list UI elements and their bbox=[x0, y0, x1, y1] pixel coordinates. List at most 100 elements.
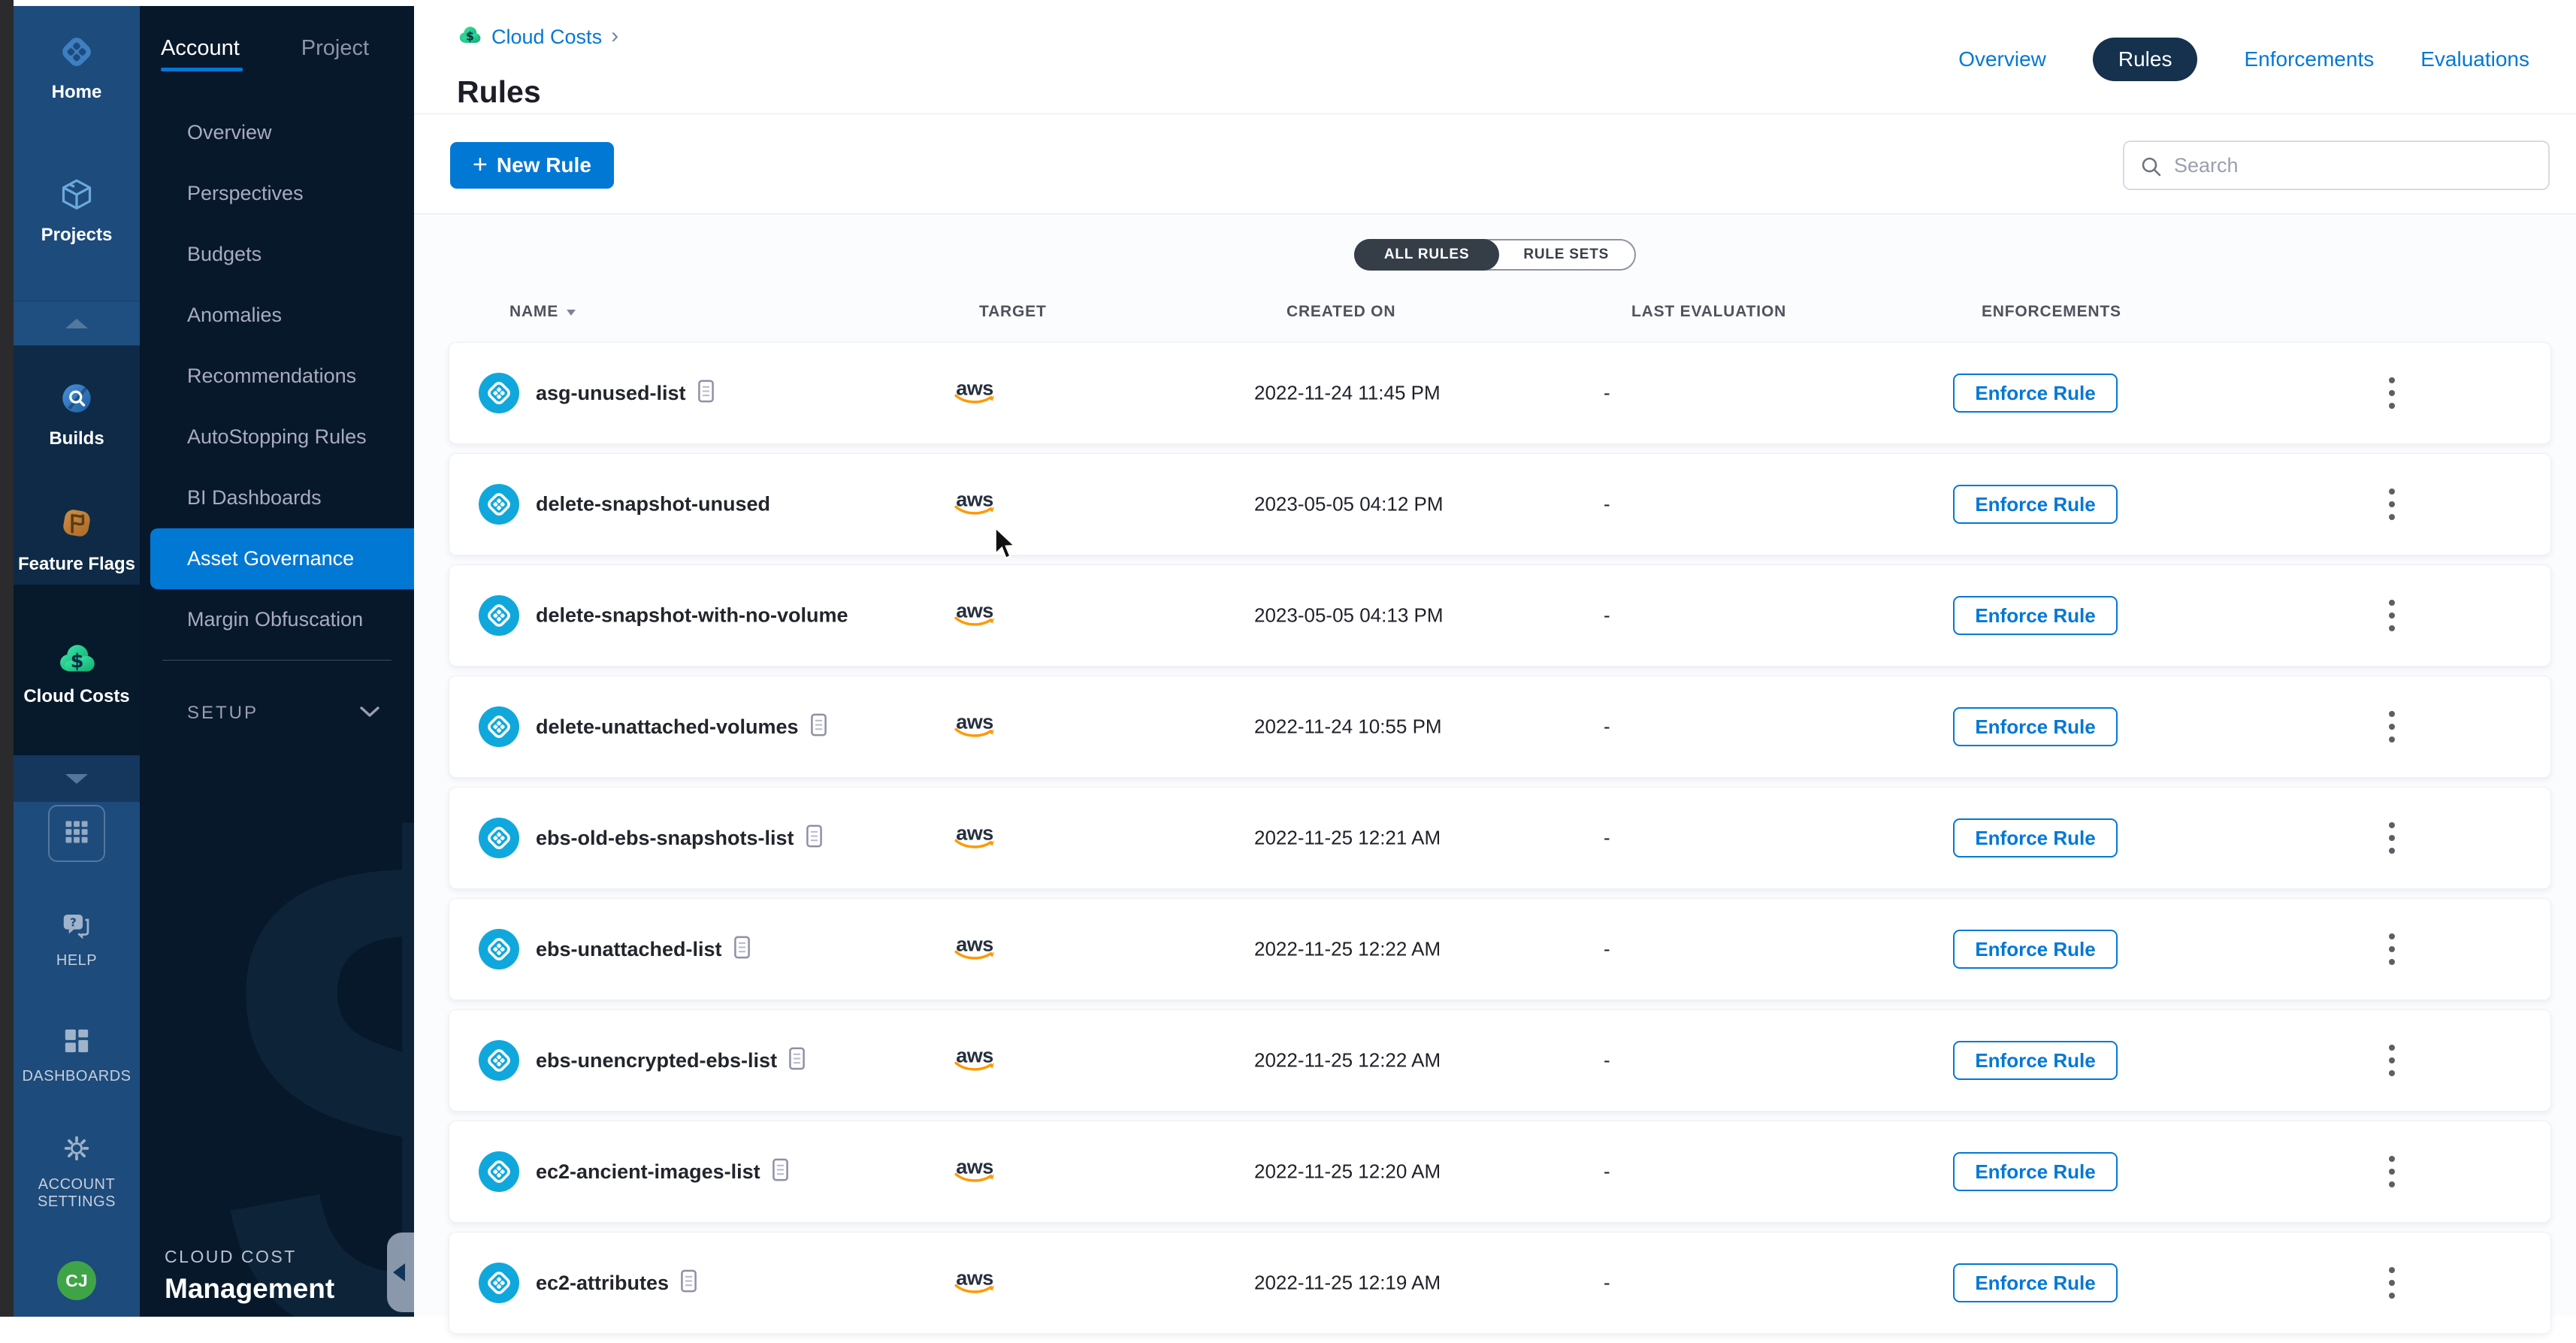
last-evaluation-value: - bbox=[1604, 938, 1610, 961]
copy-icon[interactable] bbox=[788, 1046, 806, 1075]
rail-item-feature-flags[interactable]: Feature Flags bbox=[14, 504, 140, 575]
table-row[interactable]: ec2-attributes aws 2022-11-25 12:19 AM -… bbox=[449, 1232, 2551, 1334]
help-chat-icon: ? bbox=[59, 911, 94, 945]
enforce-rule-button[interactable]: Enforce Rule bbox=[1953, 374, 2118, 413]
rule-name[interactable]: ec2-attributes bbox=[536, 1272, 669, 1295]
governance-rule-icon bbox=[479, 1040, 519, 1081]
kebab-menu-icon[interactable] bbox=[2382, 933, 2402, 965]
last-evaluation-value: - bbox=[1604, 827, 1610, 850]
column-last-evaluation: LAST EVALUATION bbox=[1631, 303, 1786, 321]
rail-collapse-up[interactable] bbox=[14, 301, 140, 346]
rule-name[interactable]: ec2-ancient-images-list bbox=[536, 1160, 760, 1184]
table-row[interactable]: ebs-old-ebs-snapshots-list aws 2022-11-2… bbox=[449, 787, 2551, 889]
created-on-value: 2023-05-05 04:12 PM bbox=[1254, 493, 1444, 516]
table-row[interactable]: ebs-unattached-list aws 2022-11-25 12:22… bbox=[449, 898, 2551, 1000]
copy-icon[interactable] bbox=[679, 1269, 698, 1297]
rail-item-help[interactable]: ? HELP bbox=[14, 911, 140, 969]
sidebar-item-recommendations[interactable]: Recommendations bbox=[140, 346, 414, 407]
search-input[interactable] bbox=[2124, 142, 2548, 189]
sidebar-item-bi-dashboards[interactable]: BI Dashboards bbox=[140, 467, 414, 528]
rule-name[interactable]: ebs-unencrypted-ebs-list bbox=[536, 1049, 777, 1072]
table-row[interactable]: ebs-unencrypted-ebs-list aws 2022-11-25 … bbox=[449, 1009, 2551, 1112]
table-row[interactable]: asg-unused-list aws 2022-11-24 11:45 PM … bbox=[449, 342, 2551, 444]
toggle-all-rules[interactable]: ALL RULES bbox=[1354, 239, 1499, 271]
column-target: TARGET bbox=[979, 303, 1047, 321]
last-evaluation-value: - bbox=[1604, 1272, 1610, 1295]
tab-enforcements[interactable]: Enforcements bbox=[2244, 47, 2374, 71]
rule-name[interactable]: delete-snapshot-with-no-volume bbox=[536, 604, 848, 628]
enforce-rule-button[interactable]: Enforce Rule bbox=[1953, 1152, 2118, 1191]
rail-collapse-down[interactable] bbox=[14, 755, 140, 802]
enforce-rule-button[interactable]: Enforce Rule bbox=[1953, 596, 2118, 635]
tab-project[interactable]: Project bbox=[301, 36, 369, 71]
enforce-rule-button[interactable]: Enforce Rule bbox=[1953, 1041, 2118, 1080]
copy-icon[interactable] bbox=[697, 379, 715, 407]
copy-icon[interactable] bbox=[809, 712, 828, 741]
table-row[interactable]: delete-snapshot-with-no-volume aws 2023-… bbox=[449, 564, 2551, 667]
created-on-value: 2022-11-25 12:22 AM bbox=[1254, 1049, 1441, 1072]
sidebar-item-overview[interactable]: Overview bbox=[140, 102, 414, 163]
grid-icon bbox=[62, 818, 91, 850]
rule-name[interactable]: delete-snapshot-unused bbox=[536, 493, 770, 516]
toggle-rule-sets[interactable]: RULE SETS bbox=[1498, 240, 1634, 269]
governance-rule-icon bbox=[479, 706, 519, 747]
window-top-edge bbox=[0, 0, 2576, 6]
rule-name[interactable]: ebs-unattached-list bbox=[536, 938, 722, 961]
kebab-menu-icon[interactable] bbox=[2382, 600, 2402, 631]
tab-evaluations[interactable]: Evaluations bbox=[2420, 47, 2529, 71]
new-rule-button[interactable]: + New Rule bbox=[450, 142, 614, 189]
copy-icon[interactable] bbox=[805, 824, 824, 852]
sort-desc-icon bbox=[566, 303, 576, 321]
kebab-menu-icon[interactable] bbox=[2382, 489, 2402, 520]
cloud-costs-sidebar: $ Account Project Overview Perspectives … bbox=[140, 6, 414, 1317]
copy-icon[interactable] bbox=[733, 935, 751, 963]
sidebar-item-perspectives[interactable]: Perspectives bbox=[140, 163, 414, 224]
sidebar-item-asset-governance[interactable]: Asset Governance bbox=[150, 528, 414, 589]
governance-rule-icon bbox=[479, 595, 519, 636]
sidebar-item-autostopping-rules[interactable]: AutoStopping Rules bbox=[140, 407, 414, 467]
kebab-menu-icon[interactable] bbox=[2382, 1045, 2402, 1076]
enforce-rule-button[interactable]: Enforce Rule bbox=[1953, 707, 2118, 746]
user-avatar[interactable]: CJ bbox=[57, 1261, 96, 1300]
enforce-rule-button[interactable]: Enforce Rule bbox=[1953, 818, 2118, 858]
sidebar-collapse-button[interactable] bbox=[387, 1233, 414, 1312]
kebab-menu-icon[interactable] bbox=[2382, 377, 2402, 409]
table-row[interactable]: ec2-ancient-images-list aws 2022-11-25 1… bbox=[449, 1121, 2551, 1223]
rail-item-builds[interactable]: Builds bbox=[14, 380, 140, 449]
setup-section-toggle[interactable]: SETUP bbox=[187, 690, 381, 737]
sidebar-item-margin-obfuscation[interactable]: Margin Obfuscation bbox=[140, 589, 414, 650]
sidebar-item-budgets[interactable]: Budgets bbox=[140, 224, 414, 285]
last-evaluation-value: - bbox=[1604, 715, 1610, 739]
table-row[interactable]: delete-unattached-volumes aws 2022-11-24… bbox=[449, 676, 2551, 778]
module-switcher-button[interactable] bbox=[48, 805, 105, 862]
enforce-rule-button[interactable]: Enforce Rule bbox=[1953, 930, 2118, 969]
rail-item-cloud-costs[interactable]: $ Cloud Costs bbox=[14, 643, 140, 707]
rule-name[interactable]: delete-unattached-volumes bbox=[536, 715, 799, 739]
tab-account[interactable]: Account bbox=[161, 36, 240, 71]
harness-home-icon bbox=[58, 33, 95, 74]
kebab-menu-icon[interactable] bbox=[2382, 822, 2402, 854]
rail-item-dashboards[interactable]: DASHBOARDS bbox=[14, 1025, 140, 1085]
enforce-rule-button[interactable]: Enforce Rule bbox=[1953, 1263, 2118, 1302]
enforce-rule-button[interactable]: Enforce Rule bbox=[1953, 485, 2118, 524]
rule-name[interactable]: ebs-old-ebs-snapshots-list bbox=[536, 827, 794, 850]
breadcrumb-link[interactable]: Cloud Costs bbox=[491, 26, 602, 49]
builds-icon bbox=[58, 380, 95, 421]
sidebar-item-anomalies[interactable]: Anomalies bbox=[140, 285, 414, 346]
tab-overview[interactable]: Overview bbox=[1958, 47, 2046, 71]
rail-item-home[interactable]: Home bbox=[14, 33, 140, 103]
rule-name[interactable]: asg-unused-list bbox=[536, 382, 686, 405]
kebab-menu-icon[interactable] bbox=[2382, 711, 2402, 743]
copy-icon[interactable] bbox=[771, 1157, 790, 1186]
rail-item-projects[interactable]: Projects bbox=[14, 176, 140, 246]
tab-rules[interactable]: Rules bbox=[2093, 38, 2198, 81]
rail-item-account-settings[interactable]: ACCOUNT SETTINGS bbox=[14, 1132, 140, 1211]
page-header: $ Cloud Costs › Rules Overview Rules Enf… bbox=[414, 6, 2576, 114]
column-name[interactable]: NAME bbox=[509, 303, 576, 321]
chevron-up-icon bbox=[65, 319, 88, 328]
kebab-menu-icon[interactable] bbox=[2382, 1267, 2402, 1299]
rules-top-nav: Overview Rules Enforcements Evaluations bbox=[1958, 38, 2529, 81]
kebab-menu-icon[interactable] bbox=[2382, 1156, 2402, 1187]
breadcrumb[interactable]: $ Cloud Costs › bbox=[457, 26, 618, 49]
table-row[interactable]: delete-snapshot-unused aws 2023-05-05 04… bbox=[449, 453, 2551, 555]
